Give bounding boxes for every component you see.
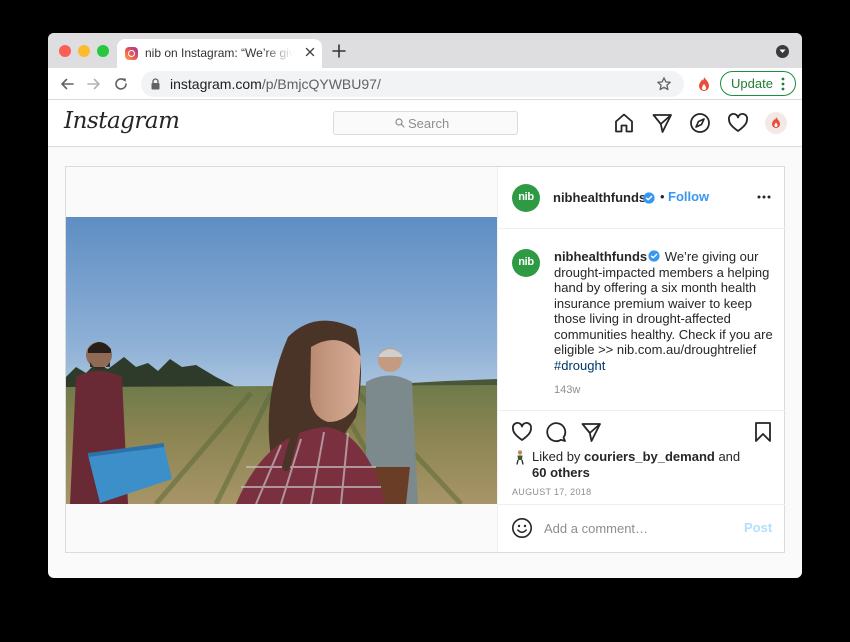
post-actions: Liked by couriers_by_demand and 60 other… — [498, 410, 785, 504]
verified-badge-icon — [648, 250, 660, 262]
reload-icon[interactable] — [113, 76, 129, 92]
hashtag-link[interactable]: #drought — [554, 358, 605, 373]
save-bookmark-icon[interactable] — [752, 421, 774, 443]
forward-arrow-icon[interactable] — [86, 76, 102, 92]
like-heart-icon[interactable] — [511, 421, 533, 443]
more-vertical-icon — [781, 77, 785, 91]
verified-badge-icon — [643, 192, 655, 204]
post-media-area — [66, 167, 497, 552]
profile-avatar[interactable] — [765, 112, 787, 134]
instagram-logo[interactable]: Instagram — [64, 108, 180, 134]
minimize-window-button[interactable] — [78, 45, 90, 57]
tab-search-menu-button[interactable] — [776, 45, 789, 58]
lock-icon[interactable] — [151, 78, 160, 90]
update-button[interactable]: Update — [720, 71, 796, 96]
browser-window: nib on Instagram: “We’re giving our drou… — [48, 33, 802, 578]
zoom-window-button[interactable] — [97, 45, 109, 57]
instagram-header: Instagram Search — [48, 100, 802, 147]
liked-by-connector: and — [714, 449, 741, 464]
address-bar[interactable]: instagram.com/p/BmjcQYWBU97/ — [141, 71, 684, 97]
post-photo[interactable] — [66, 217, 497, 504]
back-arrow-icon[interactable] — [59, 76, 75, 92]
caption-text: We’re giving our drought-impacted member… — [554, 249, 773, 357]
account-avatar[interactable]: nib — [512, 184, 540, 212]
liked-by-avatar[interactable] — [512, 449, 528, 465]
caption-avatar[interactable]: nib — [512, 249, 540, 277]
liked-by-text: Liked by couriers_by_demand and — [532, 449, 740, 464]
follow-button[interactable]: Follow — [668, 189, 709, 204]
new-tab-plus-icon[interactable] — [331, 43, 347, 59]
bookmark-star-icon[interactable] — [656, 76, 672, 92]
update-label: Update — [731, 76, 773, 91]
caption-username[interactable]: nibhealthfunds — [554, 249, 647, 264]
post-comment-button[interactable]: Post — [744, 520, 772, 535]
tab-strip: nib on Instagram: “We’re giving our drou… — [48, 33, 802, 68]
courier-person-icon — [516, 450, 524, 465]
caption-timestamp[interactable]: 143w — [554, 384, 580, 396]
liked-by-prefix: Liked by — [532, 449, 585, 464]
comment-bar: Post — [498, 504, 785, 552]
post-date[interactable]: AUGUST 17, 2018 — [512, 487, 591, 497]
comment-input[interactable] — [544, 518, 734, 538]
share-paper-plane-icon[interactable] — [580, 421, 602, 443]
post-header: nib nibhealthfunds • Follow — [498, 167, 785, 229]
likes-others-link[interactable]: 60 others — [532, 465, 590, 480]
post-caption: nibhealthfunds We’re giving our drought-… — [554, 249, 776, 373]
post-sidebar: nib nibhealthfunds • Follow nib nibhealt… — [497, 167, 785, 552]
liked-by-username[interactable]: couriers_by_demand — [584, 449, 715, 464]
direct-message-icon[interactable] — [651, 112, 673, 134]
profile-flame-icon — [772, 117, 780, 128]
search-icon — [395, 118, 405, 128]
post-card: nib nibhealthfunds • Follow nib nibhealt… — [65, 166, 785, 553]
comment-bubble-icon[interactable] — [545, 421, 567, 443]
activity-heart-icon[interactable] — [727, 112, 749, 134]
explore-compass-icon[interactable] — [689, 112, 711, 134]
url-path: /p/BmjcQYWBU97/ — [261, 76, 381, 92]
emoji-smiley-icon[interactable] — [511, 517, 533, 539]
extension-flame-icon[interactable] — [697, 76, 711, 92]
instagram-favicon-icon — [125, 47, 138, 60]
close-window-button[interactable] — [59, 45, 71, 57]
tab-instagram-post[interactable]: nib on Instagram: “We’re giving our drou… — [117, 39, 322, 68]
more-options-icon[interactable] — [756, 193, 772, 201]
account-username[interactable]: nibhealthfunds — [553, 190, 646, 205]
separator-dot: • — [660, 189, 665, 204]
chevron-down-icon — [779, 49, 786, 53]
farm-photo-image — [66, 217, 497, 504]
tab-title: nib on Instagram: “We’re giving our drou… — [145, 46, 293, 60]
home-icon[interactable] — [613, 112, 635, 134]
search-box[interactable]: Search — [333, 111, 518, 135]
close-tab-icon[interactable] — [303, 45, 317, 59]
url-host: instagram.com — [170, 76, 262, 92]
browser-toolbar: instagram.com/p/BmjcQYWBU97/ Update — [48, 68, 802, 100]
search-placeholder: Search — [408, 116, 450, 131]
url-text[interactable]: instagram.com/p/BmjcQYWBU97/ — [170, 76, 381, 92]
